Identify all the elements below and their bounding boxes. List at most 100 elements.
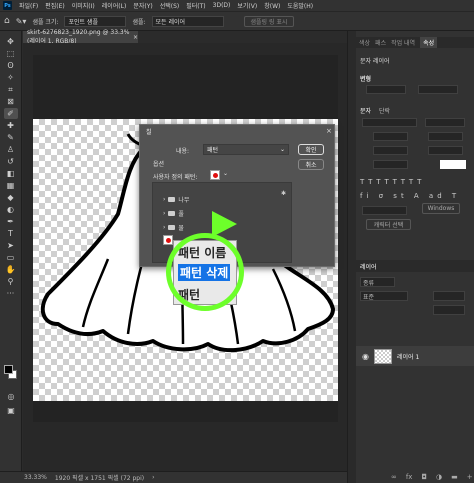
path-select-tool-icon[interactable]: ➤: [4, 240, 18, 251]
language-select[interactable]: [362, 206, 407, 215]
history-brush-tool-icon[interactable]: ↺: [4, 156, 18, 167]
opentype-buttons[interactable]: fi σ st A ad T: [360, 192, 460, 200]
type-tool-icon[interactable]: T: [4, 228, 18, 239]
contents-select[interactable]: 패턴 ⌄: [203, 144, 289, 155]
tracking-field[interactable]: [428, 146, 463, 155]
character-tabs: 문자 단락: [360, 106, 390, 115]
close-document-icon[interactable]: ×: [133, 34, 138, 41]
eyedropper-preset-icon[interactable]: ✎▾: [16, 17, 27, 26]
character-select-button[interactable]: 캐릭터 선택: [366, 219, 411, 230]
show-sampling-ring-checkbox[interactable]: 샘플링 링 표시: [243, 15, 295, 27]
font-style-select[interactable]: [425, 118, 465, 127]
shape-tool-icon[interactable]: ▭: [4, 252, 18, 263]
windows-button[interactable]: Windows: [422, 203, 460, 214]
pointer-arrow-icon: [212, 211, 237, 237]
text-color-swatch[interactable]: [440, 160, 466, 169]
ok-button[interactable]: 확인: [298, 144, 324, 155]
eye-icon[interactable]: ◉: [362, 352, 369, 361]
vertical-scale-field[interactable]: [373, 160, 408, 169]
quick-mask-icon[interactable]: ◎: [4, 391, 18, 402]
blur-tool-icon[interactable]: ◆: [4, 192, 18, 203]
layer-style-icon[interactable]: fx: [406, 473, 413, 481]
tools-panel: ✥ ⬚ ʘ ✧ ⌗ ⊠ ✐ ✚ ✎ ♙ ↺ ◧ ▦ ◆ ◐ ✒ T ➤ ▭ ✋ …: [0, 31, 22, 471]
custom-pattern-label: 사용자 정의 패턴:: [153, 174, 198, 181]
menu-view[interactable]: 보기(V): [237, 1, 257, 10]
gradient-tool-icon[interactable]: ▦: [4, 180, 18, 191]
blend-mode-select[interactable]: 표준: [360, 291, 408, 301]
new-layer-icon[interactable]: +: [467, 473, 473, 481]
crop-tool-icon[interactable]: ⌗: [4, 84, 18, 95]
font-size-field[interactable]: [373, 132, 408, 141]
home-icon[interactable]: ⌂: [4, 16, 10, 26]
screen-mode-icon[interactable]: ▣: [4, 405, 18, 416]
document-tab[interactable]: skirt-6276823_1920.png @ 33.3%(레이어 1, RG…: [23, 29, 138, 45]
font-family-select[interactable]: [362, 118, 417, 127]
fill-field[interactable]: [433, 305, 465, 315]
more-tools-icon[interactable]: ···: [4, 288, 18, 299]
tab-color[interactable]: 색상: [359, 38, 370, 47]
menu-3d[interactable]: 3D(D): [213, 2, 231, 9]
menu-edit[interactable]: 편집(E): [45, 1, 65, 10]
pattern-thumbnail[interactable]: [163, 235, 173, 245]
clone-stamp-tool-icon[interactable]: ♙: [4, 144, 18, 155]
sample-layers-select[interactable]: 모든 레이어: [151, 15, 224, 27]
folder-name: 나무: [178, 197, 190, 204]
char-tab-character[interactable]: 문자: [360, 108, 371, 115]
layer-mask-icon[interactable]: ◘: [421, 473, 427, 481]
zoom-tool-icon[interactable]: ⚲: [4, 276, 18, 287]
menu-file[interactable]: 파일(F): [19, 1, 38, 10]
folder-row-2[interactable]: › 풀: [163, 209, 184, 218]
sample-size-select[interactable]: 포인트 샘플: [64, 15, 127, 27]
adjustment-layer-icon[interactable]: ◑: [436, 473, 442, 481]
transform-h-field[interactable]: [418, 85, 458, 94]
frame-tool-icon[interactable]: ⊠: [4, 96, 18, 107]
layers-filter-select[interactable]: 종류: [360, 277, 395, 287]
gear-icon[interactable]: ✱: [281, 190, 286, 197]
move-tool-icon[interactable]: ✥: [4, 36, 18, 47]
dodge-tool-icon[interactable]: ◐: [4, 204, 18, 215]
layer-row[interactable]: ◉ 레이어 1: [356, 346, 474, 366]
menu-image[interactable]: 이미지(I): [72, 1, 95, 10]
pen-tool-icon[interactable]: ✒: [4, 216, 18, 227]
folder-row-1[interactable]: › 나무: [163, 195, 189, 204]
menu-select[interactable]: 선택(S): [160, 1, 180, 10]
folder-row-3[interactable]: › 물: [163, 223, 184, 232]
layer-name[interactable]: 레이어 1: [397, 352, 419, 361]
marquee-tool-icon[interactable]: ⬚: [4, 48, 18, 59]
dialog-title: 칠: [146, 129, 152, 136]
healing-brush-tool-icon[interactable]: ✚: [4, 120, 18, 131]
new-group-icon[interactable]: ▬: [451, 473, 458, 481]
custom-pattern-swatch[interactable]: [210, 170, 220, 180]
layers-panel-title[interactable]: 레이어: [360, 262, 377, 271]
tab-history[interactable]: 작업 내역: [391, 38, 415, 47]
close-icon[interactable]: ×: [326, 127, 332, 135]
char-tab-paragraph[interactable]: 단락: [379, 108, 390, 115]
foreground-color-swatch[interactable]: [4, 365, 13, 374]
menu-filter[interactable]: 필터(T): [186, 1, 205, 10]
tab-paths[interactable]: 패스: [375, 38, 386, 47]
menu-type[interactable]: 문자(Y): [133, 1, 152, 10]
zoom-level[interactable]: 33.33%: [24, 474, 47, 481]
eyedropper-tool-icon[interactable]: ✐: [3, 108, 18, 119]
link-layers-icon[interactable]: ∞: [391, 473, 397, 481]
kerning-field[interactable]: [373, 146, 408, 155]
brush-tool-icon[interactable]: ✎: [4, 132, 18, 143]
menu-window[interactable]: 창(W): [264, 1, 280, 10]
pattern-dropdown-icon[interactable]: ⌄: [223, 170, 228, 177]
menu-help[interactable]: 도움말(H): [287, 1, 313, 10]
eraser-tool-icon[interactable]: ◧: [4, 168, 18, 179]
sample-size-value: 포인트 샘플: [68, 18, 98, 26]
leading-field[interactable]: [428, 132, 463, 141]
type-style-buttons[interactable]: TTTTTTTT: [360, 178, 425, 186]
opacity-field[interactable]: [433, 291, 465, 301]
tab-properties[interactable]: 속성: [420, 37, 438, 48]
status-arrow-icon[interactable]: ›: [152, 474, 154, 481]
menu-layer[interactable]: 레이어(L): [102, 1, 127, 10]
transform-w-field[interactable]: [366, 85, 406, 94]
lasso-tool-icon[interactable]: ʘ: [4, 60, 18, 71]
hand-tool-icon[interactable]: ✋: [4, 264, 18, 275]
blend-mode-value: 표준: [363, 294, 375, 301]
quick-select-tool-icon[interactable]: ✧: [4, 72, 18, 83]
layers-panel-footer: ∞ fx ◘ ◑ ▬ + 🗑: [356, 471, 474, 483]
cancel-button[interactable]: 취소: [298, 159, 324, 170]
